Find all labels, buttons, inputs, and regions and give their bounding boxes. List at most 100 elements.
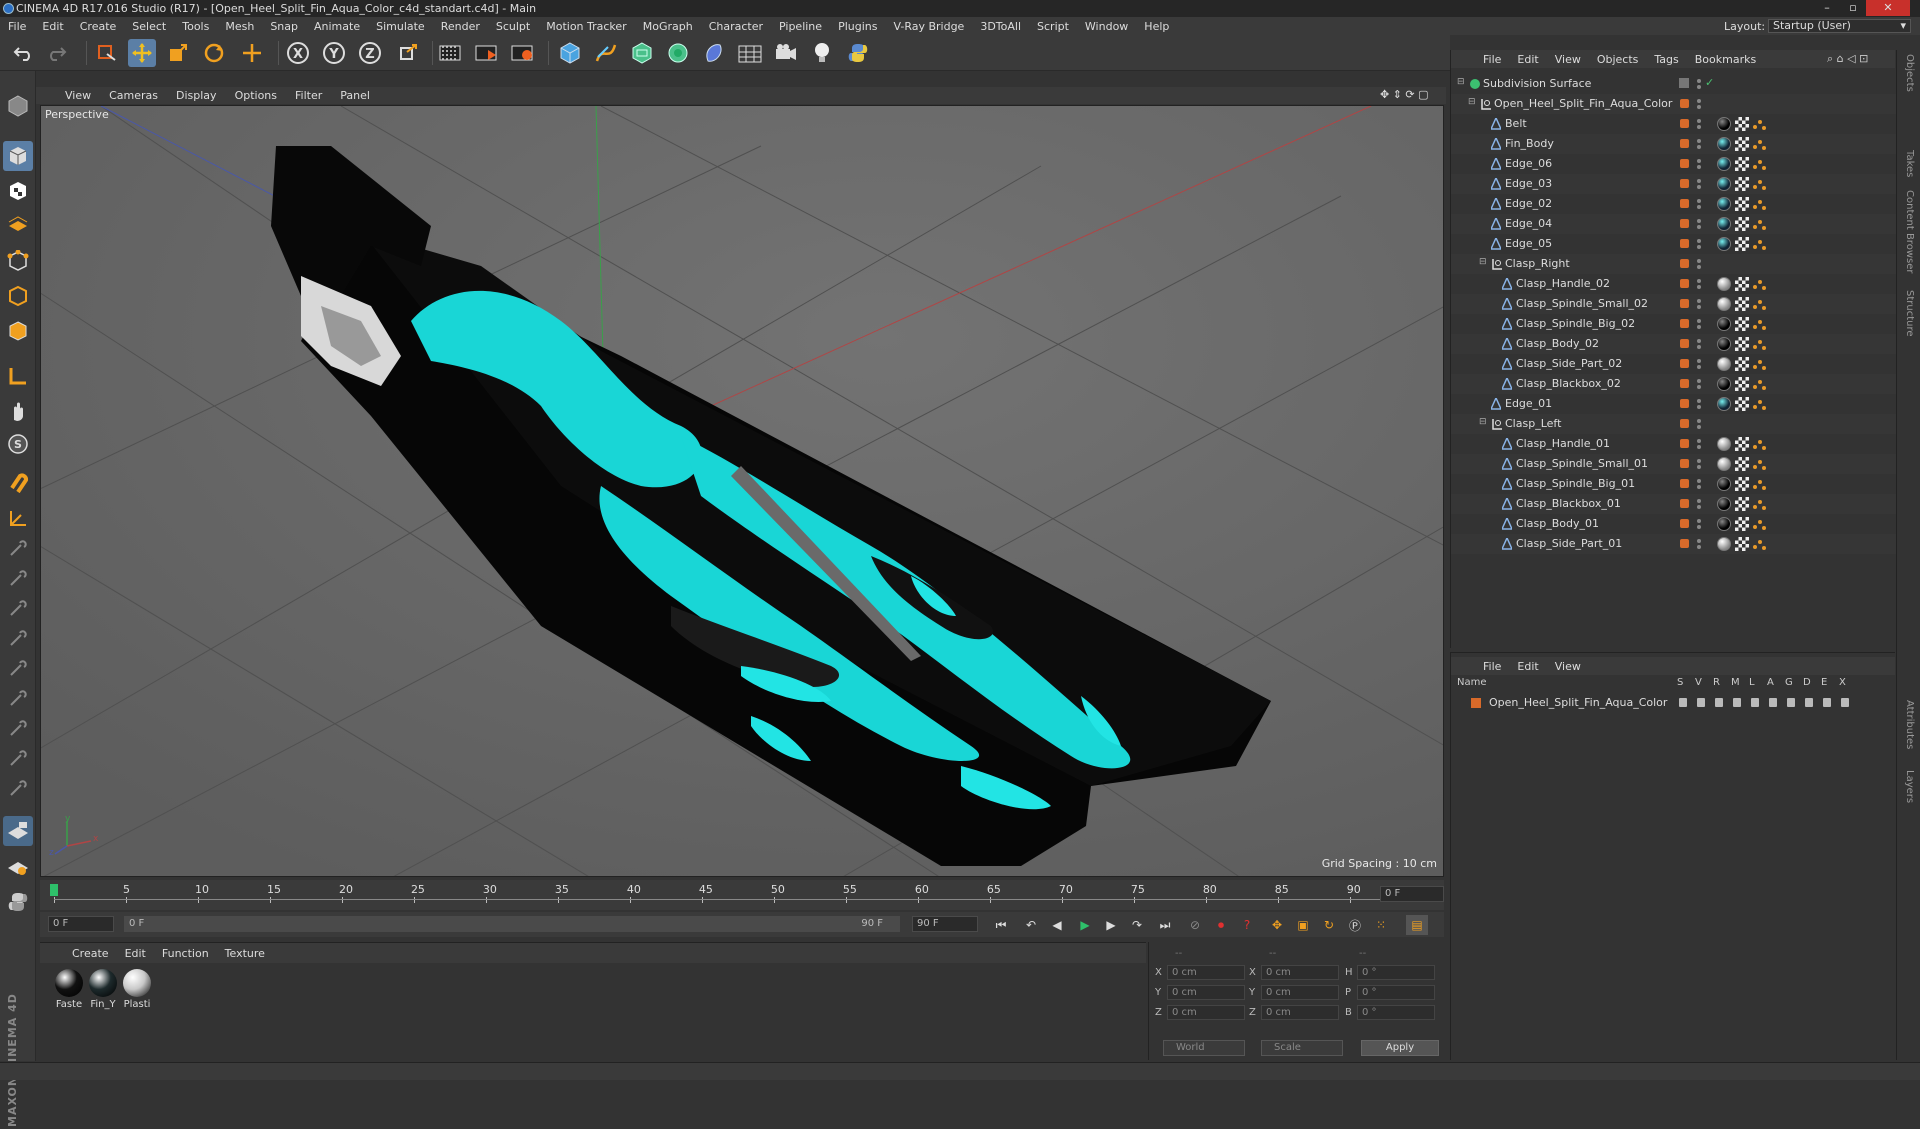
phong-tag-icon[interactable] — [1753, 317, 1767, 331]
material-tag-icon[interactable] — [1717, 317, 1731, 331]
scale-dropdown[interactable]: Scale — [1261, 1040, 1343, 1056]
3d-viewport[interactable]: y x z Perspective Grid Spacing : 10 cm — [40, 105, 1444, 877]
points-mode-icon[interactable] — [3, 246, 33, 276]
object-row[interactable]: Clasp_Blackbox_01 — [1451, 494, 1896, 514]
texture-tag-icon[interactable] — [1735, 517, 1749, 531]
layer-column-a[interactable]: A — [1767, 677, 1774, 688]
phong-tag-icon[interactable] — [1753, 297, 1767, 311]
sculpt-grab-icon[interactable] — [3, 593, 33, 623]
menu-plugins[interactable]: Plugins — [830, 20, 885, 33]
menu-window[interactable]: Window — [1077, 20, 1136, 33]
size-field[interactable]: 0 cm — [1261, 965, 1339, 980]
timeline-layout-icon[interactable]: ▤ — [1406, 915, 1428, 935]
texture-tag-icon[interactable] — [1735, 457, 1749, 471]
object-row[interactable]: Edge_02 — [1451, 194, 1896, 214]
viewport-menu-filter[interactable]: Filter — [286, 89, 331, 102]
object-menu-view[interactable]: View — [1547, 53, 1589, 66]
layer-flag-icon[interactable] — [1679, 698, 1687, 707]
material-tag-icon[interactable] — [1717, 437, 1731, 451]
visibility-dots-icon[interactable] — [1697, 459, 1701, 469]
snapping-icon[interactable]: S — [3, 429, 33, 459]
expand-toggle-icon[interactable]: ⊟ — [1457, 77, 1465, 87]
phong-tag-icon[interactable] — [1753, 197, 1767, 211]
layer-flag-icon[interactable] — [1751, 698, 1759, 707]
layer-column-l[interactable]: L — [1749, 677, 1755, 688]
viewport-menu-panel[interactable]: Panel — [331, 89, 379, 102]
coordinate-system-icon[interactable] — [394, 39, 422, 67]
material-tag-icon[interactable] — [1717, 397, 1731, 411]
rotation-field[interactable]: 0 ° — [1357, 965, 1435, 980]
record-keys-icon[interactable]: ⊘ — [1184, 915, 1206, 935]
texture-tag-icon[interactable] — [1735, 297, 1749, 311]
viewport-menu-options[interactable]: Options — [226, 89, 286, 102]
menu-select[interactable]: Select — [124, 20, 174, 33]
side-tab-content-browser[interactable]: Content Browser — [1904, 190, 1915, 273]
side-tab-layers[interactable]: Layers — [1904, 770, 1915, 803]
rotation-field[interactable]: 0 ° — [1357, 985, 1435, 1000]
texture-tag-icon[interactable] — [1735, 337, 1749, 351]
apply-button[interactable]: Apply — [1361, 1040, 1439, 1056]
lock-workplane-icon[interactable] — [3, 816, 33, 846]
sculpt-pull-icon[interactable] — [3, 533, 33, 563]
texture-tag-icon[interactable] — [1735, 177, 1749, 191]
phong-tag-icon[interactable] — [1753, 357, 1767, 371]
world-dropdown[interactable]: World — [1163, 1040, 1245, 1056]
object-menu-objects[interactable]: Objects — [1589, 53, 1647, 66]
menu-mesh[interactable]: Mesh — [217, 20, 262, 33]
layer-flag-icon[interactable] — [1841, 698, 1849, 707]
layer-column-x[interactable]: X — [1839, 677, 1846, 688]
visibility-dots-icon[interactable] — [1697, 319, 1701, 329]
material-swatch[interactable]: Fin_Y — [88, 969, 118, 1010]
menu-edit[interactable]: Edit — [34, 20, 71, 33]
layer-color-icon[interactable] — [1680, 319, 1689, 328]
keyframe-selection-icon[interactable]: ? — [1236, 915, 1258, 935]
polygons-mode-icon[interactable] — [3, 316, 33, 346]
visibility-dots-icon[interactable] — [1697, 359, 1701, 369]
undo-icon[interactable] — [10, 39, 38, 67]
key-position-icon[interactable]: ✥ — [1266, 915, 1288, 935]
sculpt-flatten-icon[interactable] — [3, 653, 33, 683]
object-row[interactable]: Clasp_Side_Part_01 — [1451, 534, 1896, 554]
phong-tag-icon[interactable] — [1753, 497, 1767, 511]
layer-color-icon[interactable] — [1680, 479, 1689, 488]
visibility-dots-icon[interactable] — [1697, 259, 1701, 269]
material-tag-icon[interactable] — [1717, 137, 1731, 151]
sculpt-mask-icon[interactable] — [3, 773, 33, 803]
layer-menu-edit[interactable]: Edit — [1509, 660, 1546, 673]
side-tab-takes[interactable]: Takes — [1904, 150, 1915, 177]
visibility-dots-icon[interactable] — [1697, 339, 1701, 349]
material-menu-create[interactable]: Create — [64, 947, 117, 960]
sculpt-erase-icon[interactable] — [3, 743, 33, 773]
visibility-dots-icon[interactable] — [1697, 419, 1701, 429]
minimize-button[interactable]: – — [1814, 0, 1840, 16]
axis-mode-icon[interactable] — [3, 361, 33, 391]
key-scale-icon[interactable]: ▣ — [1292, 915, 1314, 935]
menu-create[interactable]: Create — [72, 20, 125, 33]
layer-color-icon[interactable] — [1680, 539, 1689, 548]
material-tag-icon[interactable] — [1717, 337, 1731, 351]
previous-key-icon[interactable]: ↶ — [1020, 915, 1042, 935]
live-selection-icon[interactable] — [92, 39, 120, 67]
playhead-marker[interactable] — [50, 884, 58, 896]
phong-tag-icon[interactable] — [1753, 397, 1767, 411]
material-tag-icon[interactable] — [1717, 537, 1731, 551]
autokey-icon[interactable]: ⏺ — [1210, 915, 1232, 935]
phong-tag-icon[interactable] — [1753, 217, 1767, 231]
menu-snap[interactable]: Snap — [262, 20, 306, 33]
layer-flag-icon[interactable] — [1805, 698, 1813, 707]
object-menu-edit[interactable]: Edit — [1509, 53, 1546, 66]
scale-tool-icon[interactable] — [164, 39, 192, 67]
size-field[interactable]: 0 cm — [1261, 985, 1339, 1000]
phong-tag-icon[interactable] — [1753, 457, 1767, 471]
planar-workplane-icon[interactable] — [3, 851, 33, 881]
light-icon[interactable] — [808, 39, 836, 67]
sculpt-inflate-icon[interactable] — [3, 623, 33, 653]
next-key-icon[interactable]: ↷ — [1126, 915, 1148, 935]
object-row[interactable]: Clasp_Spindle_Big_01 — [1451, 474, 1896, 494]
position-field[interactable]: 0 cm — [1167, 965, 1245, 980]
phong-tag-icon[interactable] — [1753, 337, 1767, 351]
layer-color-icon[interactable] — [1680, 299, 1689, 308]
object-row[interactable]: Clasp_Side_Part_02 — [1451, 354, 1896, 374]
material-tag-icon[interactable] — [1717, 157, 1731, 171]
menu-motion-tracker[interactable]: Motion Tracker — [538, 20, 634, 33]
